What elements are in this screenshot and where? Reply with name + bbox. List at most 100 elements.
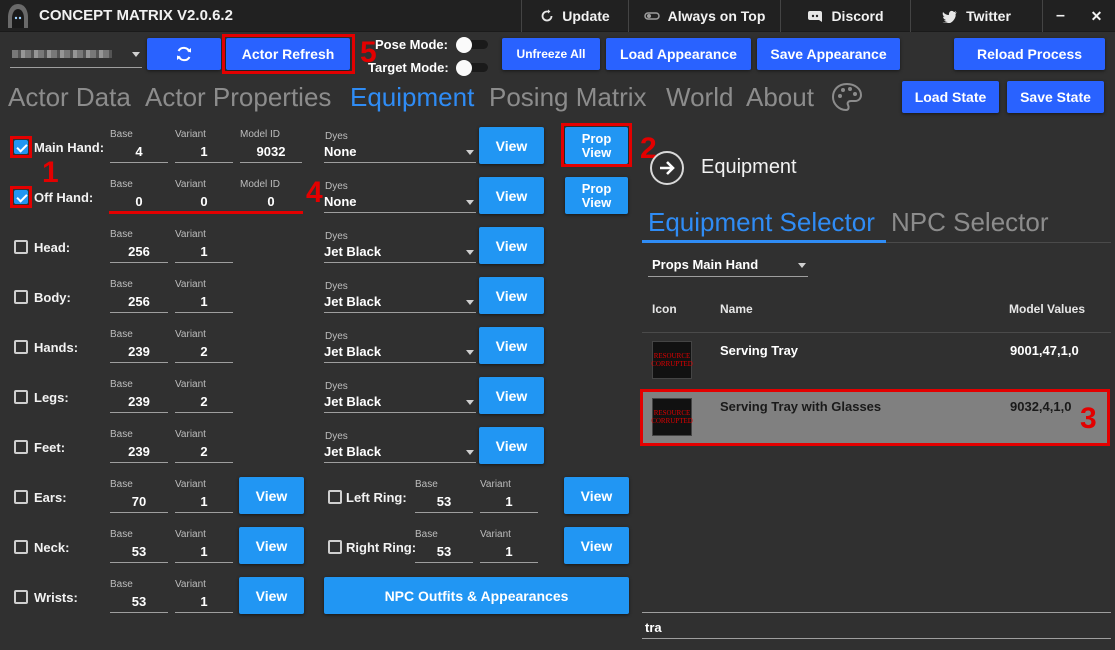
view-button[interactable]: View [479,277,544,314]
slot-checkbox[interactable] [14,490,28,504]
update-button[interactable]: Update [521,0,628,32]
tab-actor-properties[interactable]: Actor Properties [145,82,331,113]
variant-field[interactable]: 1 [480,543,538,563]
slot-label: Head: [34,240,71,255]
dye-select[interactable]: None [324,143,476,163]
variant-field[interactable]: 1 [175,543,233,563]
tab-about[interactable]: About [746,82,814,113]
slot-checkbox[interactable] [14,440,28,454]
actor-refresh-button[interactable]: Actor Refresh [226,38,350,70]
tab-npc-selector[interactable]: NPC Selector [891,207,1049,238]
model-id-field[interactable]: 9032 [240,143,302,163]
tab-equipment[interactable]: Equipment [350,82,474,113]
slot-checkbox[interactable] [14,290,28,304]
base-field[interactable]: 53 [110,593,168,613]
pose-mode-toggle[interactable] [456,37,488,53]
base-caption: Base [110,429,133,440]
tab-actor-data[interactable]: Actor Data [8,82,131,113]
view-button[interactable]: View [479,127,544,164]
variant-field[interactable]: 2 [175,393,233,413]
base-field[interactable]: 256 [110,293,168,313]
always-on-top-button[interactable]: Always on Top [628,0,780,32]
npc-outfits-button[interactable]: NPC Outfits & Appearances [324,577,629,614]
base-field[interactable]: 53 [110,543,168,563]
tab-posing-matrix[interactable]: Posing Matrix [489,82,647,113]
ring-checkbox[interactable] [328,490,342,504]
tab-world[interactable]: World [666,82,733,113]
slot-checkbox[interactable] [14,190,28,204]
view-button[interactable]: View [479,327,544,364]
tab-equipment-selector[interactable]: Equipment Selector [648,207,875,238]
view-button[interactable]: View [479,427,544,464]
view-button[interactable]: View [239,527,304,564]
target-mode-toggle[interactable] [456,60,488,76]
dye-select[interactable]: Jet Black [324,343,476,363]
view-button[interactable]: View [479,177,544,214]
minimize-button[interactable]: – [1042,0,1078,32]
view-button[interactable]: View [239,477,304,514]
base-field[interactable]: 239 [110,443,168,463]
variant-field[interactable]: 1 [175,243,233,263]
base-field[interactable]: 53 [415,493,473,513]
view-button[interactable]: View [479,227,544,264]
view-button[interactable]: View [564,527,629,564]
base-caption: Base [110,379,133,390]
base-field[interactable]: 239 [110,393,168,413]
dye-select[interactable]: Jet Black [324,393,476,413]
twitter-button[interactable]: Twitter [910,0,1042,32]
back-arrow-icon[interactable] [650,151,684,185]
slot-checkbox[interactable] [14,340,28,354]
actor-select[interactable] [10,40,142,68]
load-appearance-button[interactable]: Load Appearance [606,38,751,70]
slot-checkbox[interactable] [14,140,28,154]
slot-checkbox[interactable] [14,540,28,554]
base-field[interactable]: 0 [110,193,168,213]
table-row-selected[interactable]: RESOURCE CORRUPTED Serving Tray with Gla… [642,391,1108,444]
slot-checkbox[interactable] [14,390,28,404]
variant-field[interactable]: 1 [175,493,233,513]
variant-field[interactable]: 1 [175,293,233,313]
prop-view-button[interactable]: Prop View [565,127,628,164]
dye-select[interactable]: Jet Black [324,443,476,463]
category-select[interactable]: Props Main Hand [648,255,808,277]
view-button[interactable]: View [239,577,304,614]
slot-checkbox[interactable] [14,590,28,604]
load-state-button[interactable]: Load State [902,81,999,113]
base-field[interactable]: 256 [110,243,168,263]
base-field[interactable]: 53 [415,543,473,563]
resource-corrupted-icon: RESOURCE CORRUPTED [651,341,693,379]
dye-select[interactable]: Jet Black [324,243,476,263]
base-field[interactable]: 70 [110,493,168,513]
slot-checkbox[interactable] [14,240,28,254]
close-icon: ✕ [1090,7,1103,24]
search-input[interactable]: tra [642,617,1111,639]
table-row[interactable]: RESOURCE CORRUPTED Serving Tray 9001,47,… [642,333,1111,389]
ring-checkbox[interactable] [328,540,342,554]
refresh-actor-list-button[interactable] [147,38,221,70]
view-button[interactable]: View [479,377,544,414]
dye-select[interactable]: None [324,193,476,213]
variant-field[interactable]: 0 [175,193,233,213]
theme-palette-icon[interactable] [831,82,863,112]
variant-field[interactable]: 1 [480,493,538,513]
target-mode-label: Target Mode: [368,60,449,75]
variant-field[interactable]: 1 [175,143,233,163]
dye-select[interactable]: Jet Black [324,293,476,313]
base-caption: Base [110,179,133,190]
variant-field[interactable]: 1 [175,593,233,613]
close-button[interactable]: ✕ [1078,0,1115,32]
chevron-down-icon [466,450,474,455]
variant-field[interactable]: 2 [175,443,233,463]
save-appearance-button[interactable]: Save Appearance [757,38,900,70]
discord-button[interactable]: Discord [780,0,910,32]
base-field[interactable]: 239 [110,343,168,363]
discord-icon [808,10,823,22]
save-state-button[interactable]: Save State [1007,81,1104,113]
variant-field[interactable]: 2 [175,343,233,363]
base-field[interactable]: 4 [110,143,168,163]
model-id-field[interactable]: 0 [240,193,302,213]
reload-process-button[interactable]: Reload Process [954,38,1105,70]
view-button[interactable]: View [564,477,629,514]
prop-view-button[interactable]: Prop View [565,177,628,214]
unfreeze-all-button[interactable]: Unfreeze All [502,38,600,70]
